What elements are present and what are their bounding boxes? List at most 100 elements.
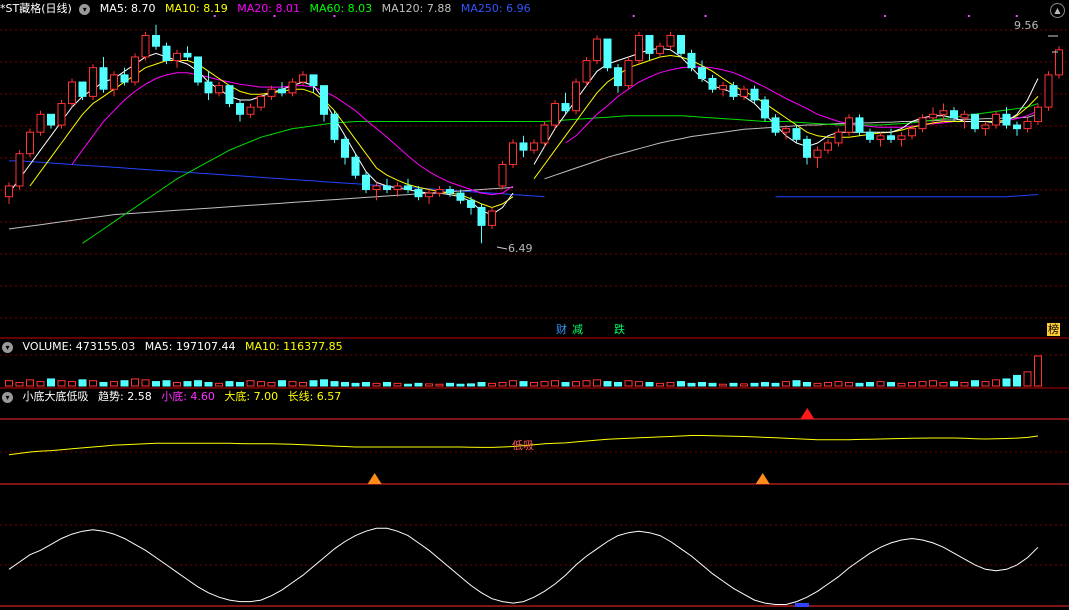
candle-up <box>110 74 118 90</box>
chart-canvas[interactable] <box>0 0 1069 610</box>
volume-bar <box>446 382 454 387</box>
candle-up <box>582 60 591 83</box>
volume-bar <box>341 381 349 387</box>
low-buy-annotation: 低吸 <box>512 439 534 452</box>
candle-up <box>666 34 675 47</box>
ma5-label: MA5: 8.70 <box>99 2 156 15</box>
signal-dot <box>1015 15 1018 17</box>
expand-icon[interactable]: ▲ <box>1050 3 1065 18</box>
volume-bar <box>908 381 916 387</box>
candle-down <box>278 88 286 94</box>
candle-down <box>477 206 486 226</box>
candle-up <box>939 110 948 115</box>
chevron-down-icon[interactable]: ▾ <box>79 3 91 15</box>
candle-down <box>99 67 108 90</box>
candle-up <box>1034 106 1042 122</box>
candle-up <box>656 45 664 54</box>
candle-down <box>456 192 465 201</box>
candle-up <box>530 142 538 151</box>
candle-up <box>488 210 496 226</box>
volume-bar <box>5 380 13 387</box>
candle-down <box>950 110 958 119</box>
volume-bar <box>918 381 927 387</box>
volume-bar <box>698 381 706 387</box>
volume-bar <box>414 382 423 387</box>
candle-down <box>1013 124 1021 130</box>
ma60-label: MA60: 8.03 <box>309 2 373 15</box>
candle-up <box>15 153 24 187</box>
volume-bar <box>729 382 738 387</box>
candle-down <box>792 128 801 140</box>
volume-bar <box>876 381 885 387</box>
volume-bar <box>1023 371 1032 387</box>
volume-bar <box>635 381 643 387</box>
candle-up <box>267 88 276 97</box>
trend-value: 趋势: 2.58 <box>98 390 152 403</box>
volume-bar <box>803 381 811 387</box>
high-price-label: 9.56 <box>1014 19 1039 32</box>
volume-bar <box>288 381 297 387</box>
small-bottom-marker <box>755 473 770 484</box>
small-bottom-marker <box>367 473 382 484</box>
volume-bar <box>215 382 223 387</box>
volume-bar <box>624 380 633 387</box>
candle-up <box>540 124 549 144</box>
candle-up <box>845 117 853 133</box>
main-legend: *ST藏格(日线) ▾ MA5: 8.70 MA10: 8.19 MA20: 8… <box>0 1 537 17</box>
volume-bar <box>383 381 391 387</box>
candle-down <box>467 199 475 208</box>
candle-up <box>824 142 832 151</box>
candle-up <box>593 38 601 62</box>
ma250-line <box>9 160 545 198</box>
candle-down <box>519 142 528 151</box>
volume-bar <box>551 380 559 387</box>
candle-up <box>918 117 927 130</box>
signal-dot <box>632 15 635 17</box>
candle-up <box>5 185 13 198</box>
volume-bar <box>740 383 748 387</box>
volume-bar <box>246 380 255 387</box>
volume-bar <box>425 383 433 387</box>
event-tag-rank[interactable]: 榜 <box>1047 323 1060 336</box>
volume-bar <box>971 380 979 387</box>
volume-bar <box>708 382 717 387</box>
volume-bar <box>330 381 339 387</box>
candle-down <box>47 113 55 126</box>
chevron-down-icon[interactable]: ▾ <box>2 341 13 353</box>
volume-bar <box>1013 374 1021 387</box>
event-tag-fall[interactable]: 跌 <box>613 323 626 336</box>
candle-down <box>236 103 244 115</box>
candle-up <box>876 135 885 140</box>
volume-bar <box>719 383 727 387</box>
candle-down <box>362 174 370 191</box>
candle-up <box>1044 74 1053 108</box>
candle-down <box>383 185 391 191</box>
volume-bar <box>992 379 1000 387</box>
ma120-line <box>8 186 514 230</box>
volume-bar <box>950 381 958 387</box>
candle-down <box>687 52 696 69</box>
candle-up <box>57 103 66 126</box>
ma120-label: MA120: 7.88 <box>381 2 452 15</box>
indicator-name: 小底大底低吸 <box>22 390 89 403</box>
volume-bar <box>299 381 307 387</box>
candle-down <box>330 113 339 140</box>
volume-bar <box>204 381 213 387</box>
ma120-line <box>544 113 1039 180</box>
candle-up <box>498 163 507 187</box>
candle-up <box>929 113 937 119</box>
event-tag-finance[interactable]: 财 <box>555 323 568 336</box>
volume-bar <box>183 381 192 387</box>
candle-up <box>246 106 255 115</box>
volume-bar <box>309 380 318 387</box>
volume-bar <box>393 382 402 387</box>
candle-up <box>1023 120 1032 130</box>
volume-bar <box>845 381 853 387</box>
volume-bar <box>267 381 276 387</box>
chevron-down-icon[interactable]: ▾ <box>2 391 13 403</box>
small-bottom-value: 小底: 4.60 <box>161 390 215 403</box>
volume-bar <box>530 381 538 387</box>
candle-down <box>771 117 780 133</box>
event-tag-reduce[interactable]: 减 <box>571 323 584 336</box>
volume-bar <box>750 382 759 387</box>
